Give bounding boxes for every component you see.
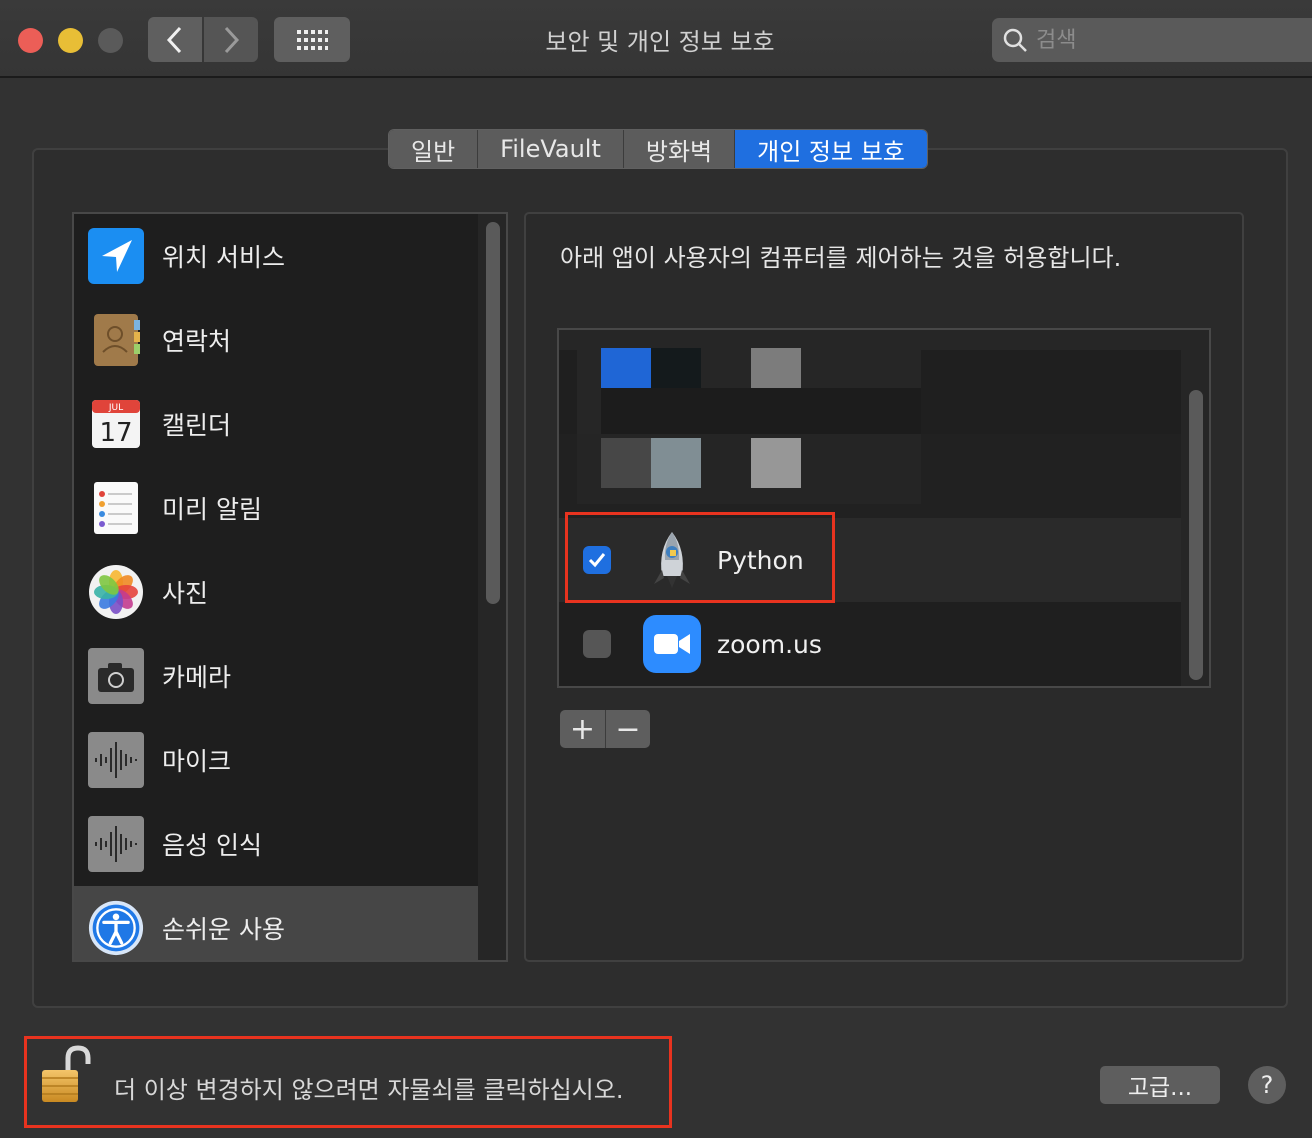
redacted-area (651, 348, 701, 388)
sidebar-item-microphone[interactable]: 마이크 (74, 718, 478, 802)
tab-bar: 일반 FileVault 방화벽 개인 정보 보호 (388, 129, 928, 169)
redacted-area (559, 434, 1181, 518)
app-row-zoom[interactable]: zoom.us (559, 602, 1181, 686)
redacted-area (601, 348, 651, 388)
sidebar-item-label: 손쉬운 사용 (162, 915, 285, 944)
help-button[interactable]: ? (1248, 1066, 1286, 1104)
location-arrow-icon (88, 228, 144, 284)
sidebar-item-label: 캘린더 (162, 411, 232, 440)
microphone-waveform-icon (88, 732, 144, 788)
forward-button[interactable] (204, 17, 258, 62)
show-all-button[interactable] (274, 17, 350, 62)
sidebar-scrollbar[interactable] (478, 214, 506, 960)
app-list-scrollbar[interactable] (1181, 330, 1209, 686)
zoom-checkbox[interactable] (583, 630, 611, 658)
sidebar-item-label: 연락처 (162, 327, 232, 356)
zoom-camera-icon (643, 615, 701, 673)
calendar-month-text: JUL (108, 403, 123, 413)
redacted-area (751, 348, 801, 388)
sidebar-item-label: 미리 알림 (162, 495, 262, 524)
app-permission-list: Python zoom.us (557, 328, 1211, 688)
search-field[interactable] (992, 18, 1312, 62)
sidebar-item-accessibility[interactable]: 손쉬운 사용 (74, 886, 478, 960)
titlebar: 보안 및 개인 정보 보호 (0, 0, 1312, 78)
sidebar-item-location-services[interactable]: 위치 서비스 (74, 214, 478, 298)
calendar-icon: JUL 17 (88, 396, 144, 452)
app-name: zoom.us (717, 629, 822, 659)
chevron-right-icon (224, 26, 240, 53)
photos-flower-icon (88, 564, 144, 620)
search-icon (1003, 28, 1027, 52)
python-highlight-box (565, 512, 835, 603)
remove-app-button[interactable]: − (605, 710, 650, 748)
speech-recognition-icon (88, 816, 144, 872)
advanced-button[interactable]: 고급... (1100, 1066, 1220, 1104)
grid-icon (297, 29, 328, 50)
reminders-icon (88, 480, 144, 536)
back-button[interactable] (148, 17, 202, 62)
calendar-day-text: 17 (99, 418, 132, 448)
add-app-button[interactable]: + (560, 710, 605, 748)
tab-general[interactable]: 일반 (389, 130, 479, 168)
tab-firewall[interactable]: 방화벽 (623, 130, 736, 168)
sidebar-item-label: 위치 서비스 (162, 243, 285, 272)
sidebar-item-label: 음성 인식 (162, 831, 262, 860)
add-remove-controls: + − (560, 710, 650, 748)
sidebar-item-camera[interactable]: 카메라 (74, 634, 478, 718)
redacted-area (601, 388, 921, 434)
accessibility-icon (88, 900, 144, 956)
sidebar-scrollbar-thumb[interactable] (486, 222, 500, 604)
window-title: 보안 및 개인 정보 보호 (545, 28, 775, 56)
zoom-window-button[interactable] (98, 28, 123, 53)
sidebar-item-photos[interactable]: 사진 (74, 550, 478, 634)
chevron-left-icon (166, 26, 182, 53)
sidebar-item-contacts[interactable]: 연락처 (74, 298, 478, 382)
lock-highlight-box (24, 1036, 672, 1128)
sidebar-item-label: 마이크 (162, 747, 232, 776)
sidebar-item-calendar[interactable]: JUL 17 캘린더 (74, 382, 478, 466)
privacy-category-list: 위치 서비스 연락처 JUL 17 캘린더 미리 알림 사진 카메라 마이크 음… (72, 212, 508, 962)
tab-filevault[interactable]: FileVault (478, 130, 624, 168)
sidebar-item-reminders[interactable]: 미리 알림 (74, 466, 478, 550)
tab-privacy[interactable]: 개인 정보 보호 (735, 130, 927, 168)
search-input[interactable] (1036, 27, 1296, 53)
panel-description: 아래 앱이 사용자의 컴퓨터를 제어하는 것을 허용합니다. (560, 244, 1122, 272)
sidebar-item-label: 사진 (162, 579, 209, 608)
minimize-window-button[interactable] (58, 28, 83, 53)
app-list-scrollbar-thumb[interactable] (1189, 390, 1203, 680)
sidebar-item-label: 카메라 (162, 663, 232, 692)
camera-icon (88, 648, 144, 704)
sidebar-item-speech-recognition[interactable]: 음성 인식 (74, 802, 478, 886)
close-window-button[interactable] (18, 28, 43, 53)
contacts-book-icon (88, 312, 144, 368)
